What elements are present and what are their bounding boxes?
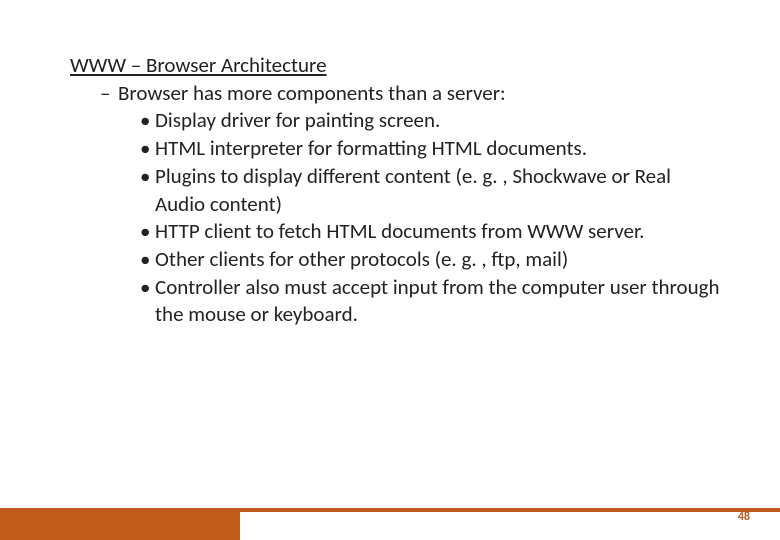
bullet-list: • Display driver for painting screen. • … — [140, 107, 720, 329]
list-item: • Plugins to display different content (… — [140, 163, 720, 218]
bullet-dot-icon: • — [140, 246, 155, 274]
page-number: 48 — [738, 510, 750, 524]
bullet-dot-icon: • — [140, 274, 155, 329]
dash-bullet: – — [100, 80, 118, 108]
bullet-dot-icon: • — [140, 135, 155, 163]
slide-subtitle-row: – Browser has more components than a ser… — [100, 80, 720, 108]
bullet-text: HTTP client to fetch HTML documents from… — [155, 218, 720, 246]
bullet-text: HTML interpreter for formatting HTML doc… — [155, 135, 720, 163]
list-item: • HTTP client to fetch HTML documents fr… — [140, 218, 720, 246]
list-item: • Other clients for other protocols (e. … — [140, 246, 720, 274]
list-item: • HTML interpreter for formatting HTML d… — [140, 135, 720, 163]
list-item: • Display driver for painting screen. — [140, 107, 720, 135]
bullet-text: Other clients for other protocols (e. g.… — [155, 246, 720, 274]
bullet-dot-icon: • — [140, 107, 155, 135]
slide-content: WWW – Browser Architecture – Browser has… — [70, 52, 720, 329]
slide-footer: 48 — [0, 476, 780, 540]
slide-subtitle: Browser has more components than a serve… — [118, 80, 720, 108]
bullet-text: Display driver for painting screen. — [155, 107, 720, 135]
footer-accent-block — [0, 512, 240, 540]
slide: WWW – Browser Architecture – Browser has… — [0, 0, 780, 540]
list-item: • Controller also must accept input from… — [140, 274, 720, 329]
slide-title: WWW – Browser Architecture — [70, 52, 720, 80]
bullet-text: Controller also must accept input from t… — [155, 274, 720, 329]
bullet-text: Plugins to display different content (e.… — [155, 163, 720, 218]
bullet-dot-icon: • — [140, 218, 155, 246]
bullet-dot-icon: • — [140, 163, 155, 218]
